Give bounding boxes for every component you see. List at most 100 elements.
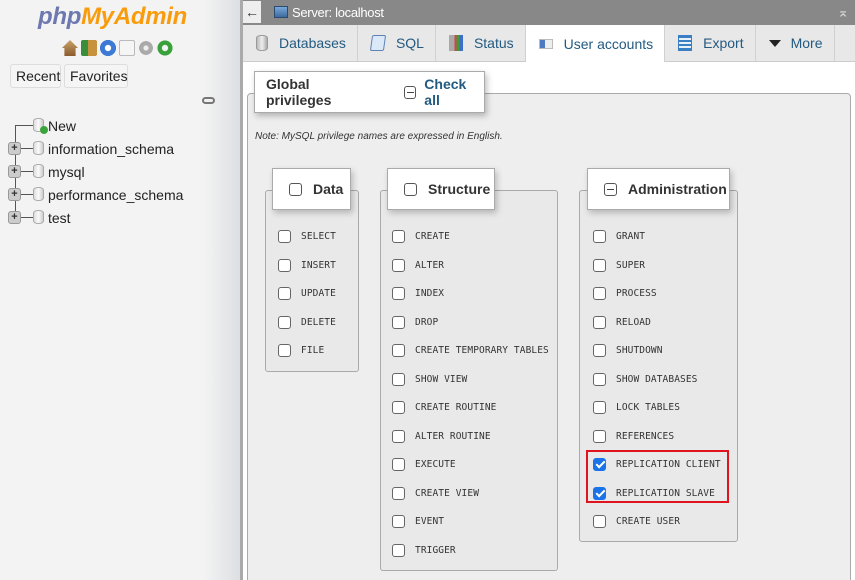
privilege-label[interactable]: RELOAD — [616, 317, 651, 328]
checkbox[interactable] — [278, 229, 291, 243]
privilege-alter[interactable]: ALTER — [392, 257, 444, 273]
privilege-trigger[interactable]: TRIGGER — [392, 542, 456, 558]
checkbox[interactable] — [392, 258, 405, 272]
privilege-grant[interactable]: GRANT — [593, 228, 645, 244]
tab-user-accounts[interactable]: User accounts — [525, 25, 666, 62]
privilege-label[interactable]: INSERT — [301, 260, 336, 271]
scroll-to-top-icon[interactable]: ⌅ — [837, 4, 849, 21]
privilege-label[interactable]: ALTER ROUTINE — [415, 431, 491, 442]
checkbox[interactable] — [593, 372, 606, 386]
administration-group-checkbox[interactable] — [604, 182, 617, 196]
privilege-index[interactable]: INDEX — [392, 285, 444, 301]
privilege-execute[interactable]: EXECUTE — [392, 456, 456, 472]
privilege-label[interactable]: UPDATE — [301, 288, 336, 299]
checkbox[interactable] — [593, 400, 606, 414]
data-group-checkbox[interactable] — [289, 182, 302, 196]
checkbox[interactable] — [392, 514, 405, 528]
expand-icon[interactable]: + — [8, 142, 21, 155]
privilege-label[interactable]: CREATE — [415, 231, 450, 242]
collapse-sidebar-icon[interactable]: ← — [243, 1, 261, 23]
privilege-insert[interactable]: INSERT — [278, 257, 336, 273]
checkbox[interactable] — [392, 457, 405, 471]
checkbox[interactable] — [593, 315, 606, 329]
checkbox[interactable] — [392, 372, 405, 386]
checkbox[interactable] — [278, 343, 291, 357]
checkbox[interactable] — [593, 429, 606, 443]
privilege-label[interactable]: REFERENCES — [616, 431, 674, 442]
help-icon[interactable] — [100, 40, 116, 56]
structure-group-checkbox[interactable] — [404, 182, 417, 196]
privilege-label[interactable]: EVENT — [415, 516, 444, 527]
privilege-process[interactable]: PROCESS — [593, 285, 657, 301]
privilege-file[interactable]: FILE — [278, 342, 324, 358]
expand-icon[interactable]: + — [8, 211, 21, 224]
checkbox[interactable] — [593, 514, 606, 528]
checkbox[interactable] — [392, 486, 405, 500]
privilege-label[interactable]: CREATE ROUTINE — [415, 402, 496, 413]
privilege-label[interactable]: DELETE — [301, 317, 336, 328]
privilege-label[interactable]: ALTER — [415, 260, 444, 271]
privilege-delete[interactable]: DELETE — [278, 314, 336, 330]
privilege-label[interactable]: SHUTDOWN — [616, 345, 663, 356]
privilege-label[interactable]: DROP — [415, 317, 438, 328]
privilege-label[interactable]: TRIGGER — [415, 545, 456, 556]
checkbox[interactable] — [278, 286, 291, 300]
privilege-label[interactable]: SUPER — [616, 260, 645, 271]
phpmyadmin-logo[interactable]: phpMyAdmin — [38, 3, 187, 31]
privilege-label[interactable]: PROCESS — [616, 288, 657, 299]
check-all-label[interactable]: Check all — [424, 76, 484, 108]
privilege-label[interactable]: FILE — [301, 345, 324, 356]
link-with-main-panel-icon[interactable] — [202, 97, 215, 104]
privilege-alter-routine[interactable]: ALTER ROUTINE — [392, 428, 491, 444]
tree-item-information-schema[interactable]: + information_schema — [8, 137, 183, 160]
checkbox[interactable] — [593, 229, 606, 243]
privilege-update[interactable]: UPDATE — [278, 285, 336, 301]
home-icon[interactable] — [62, 40, 78, 56]
privilege-reload[interactable]: RELOAD — [593, 314, 651, 330]
tree-item-new[interactable]: New — [8, 114, 183, 137]
privilege-create-user[interactable]: CREATE USER — [593, 513, 680, 529]
checkbox[interactable] — [392, 400, 405, 414]
tab-sql[interactable]: SQL — [357, 25, 436, 61]
privilege-create-view[interactable]: CREATE VIEW — [392, 485, 479, 501]
privilege-shutdown[interactable]: SHUTDOWN — [593, 342, 663, 358]
privilege-show-view[interactable]: SHOW VIEW — [392, 371, 467, 387]
tree-item-test[interactable]: + test — [8, 206, 183, 229]
check-all-checkbox[interactable] — [403, 85, 417, 99]
privilege-label[interactable]: SHOW VIEW — [415, 374, 467, 385]
reload-icon[interactable] — [157, 40, 173, 56]
privilege-super[interactable]: SUPER — [593, 257, 645, 273]
privilege-create-temporary-tables[interactable]: CREATE TEMPORARY TABLES — [392, 342, 549, 358]
privilege-create-routine[interactable]: CREATE ROUTINE — [392, 399, 496, 415]
tree-item-mysql[interactable]: + mysql — [8, 160, 183, 183]
privilege-label[interactable]: CREATE USER — [616, 516, 680, 527]
privilege-label[interactable]: CREATE VIEW — [415, 488, 479, 499]
privilege-event[interactable]: EVENT — [392, 513, 444, 529]
privilege-create[interactable]: CREATE — [392, 228, 450, 244]
docs-icon[interactable] — [119, 40, 135, 56]
checkbox[interactable] — [392, 286, 405, 300]
privilege-label[interactable]: GRANT — [616, 231, 645, 242]
expand-icon[interactable]: + — [8, 188, 21, 201]
privilege-label[interactable]: INDEX — [415, 288, 444, 299]
privilege-references[interactable]: REFERENCES — [593, 428, 674, 444]
privilege-select[interactable]: SELECT — [278, 228, 336, 244]
logout-icon[interactable] — [81, 40, 97, 56]
favorites-button[interactable]: Favorites — [64, 64, 128, 88]
privilege-label[interactable]: LOCK TABLES — [616, 402, 680, 413]
settings-icon[interactable] — [138, 40, 154, 56]
privilege-show-databases[interactable]: SHOW DATABASES — [593, 371, 697, 387]
checkbox[interactable] — [392, 543, 405, 557]
checkbox[interactable] — [593, 286, 606, 300]
checkbox[interactable] — [278, 315, 291, 329]
tab-databases[interactable]: Databases — [243, 25, 358, 61]
privilege-label[interactable]: EXECUTE — [415, 459, 456, 470]
tab-more[interactable]: More — [755, 25, 835, 61]
tab-status[interactable]: Status — [435, 25, 526, 61]
checkbox[interactable] — [593, 258, 606, 272]
checkbox[interactable] — [392, 229, 405, 243]
privilege-label[interactable]: CREATE TEMPORARY TABLES — [415, 345, 549, 356]
checkbox[interactable] — [278, 258, 291, 272]
breadcrumb-server[interactable]: Server: localhost — [292, 5, 384, 20]
tree-item-performance-schema[interactable]: + performance_schema — [8, 183, 183, 206]
